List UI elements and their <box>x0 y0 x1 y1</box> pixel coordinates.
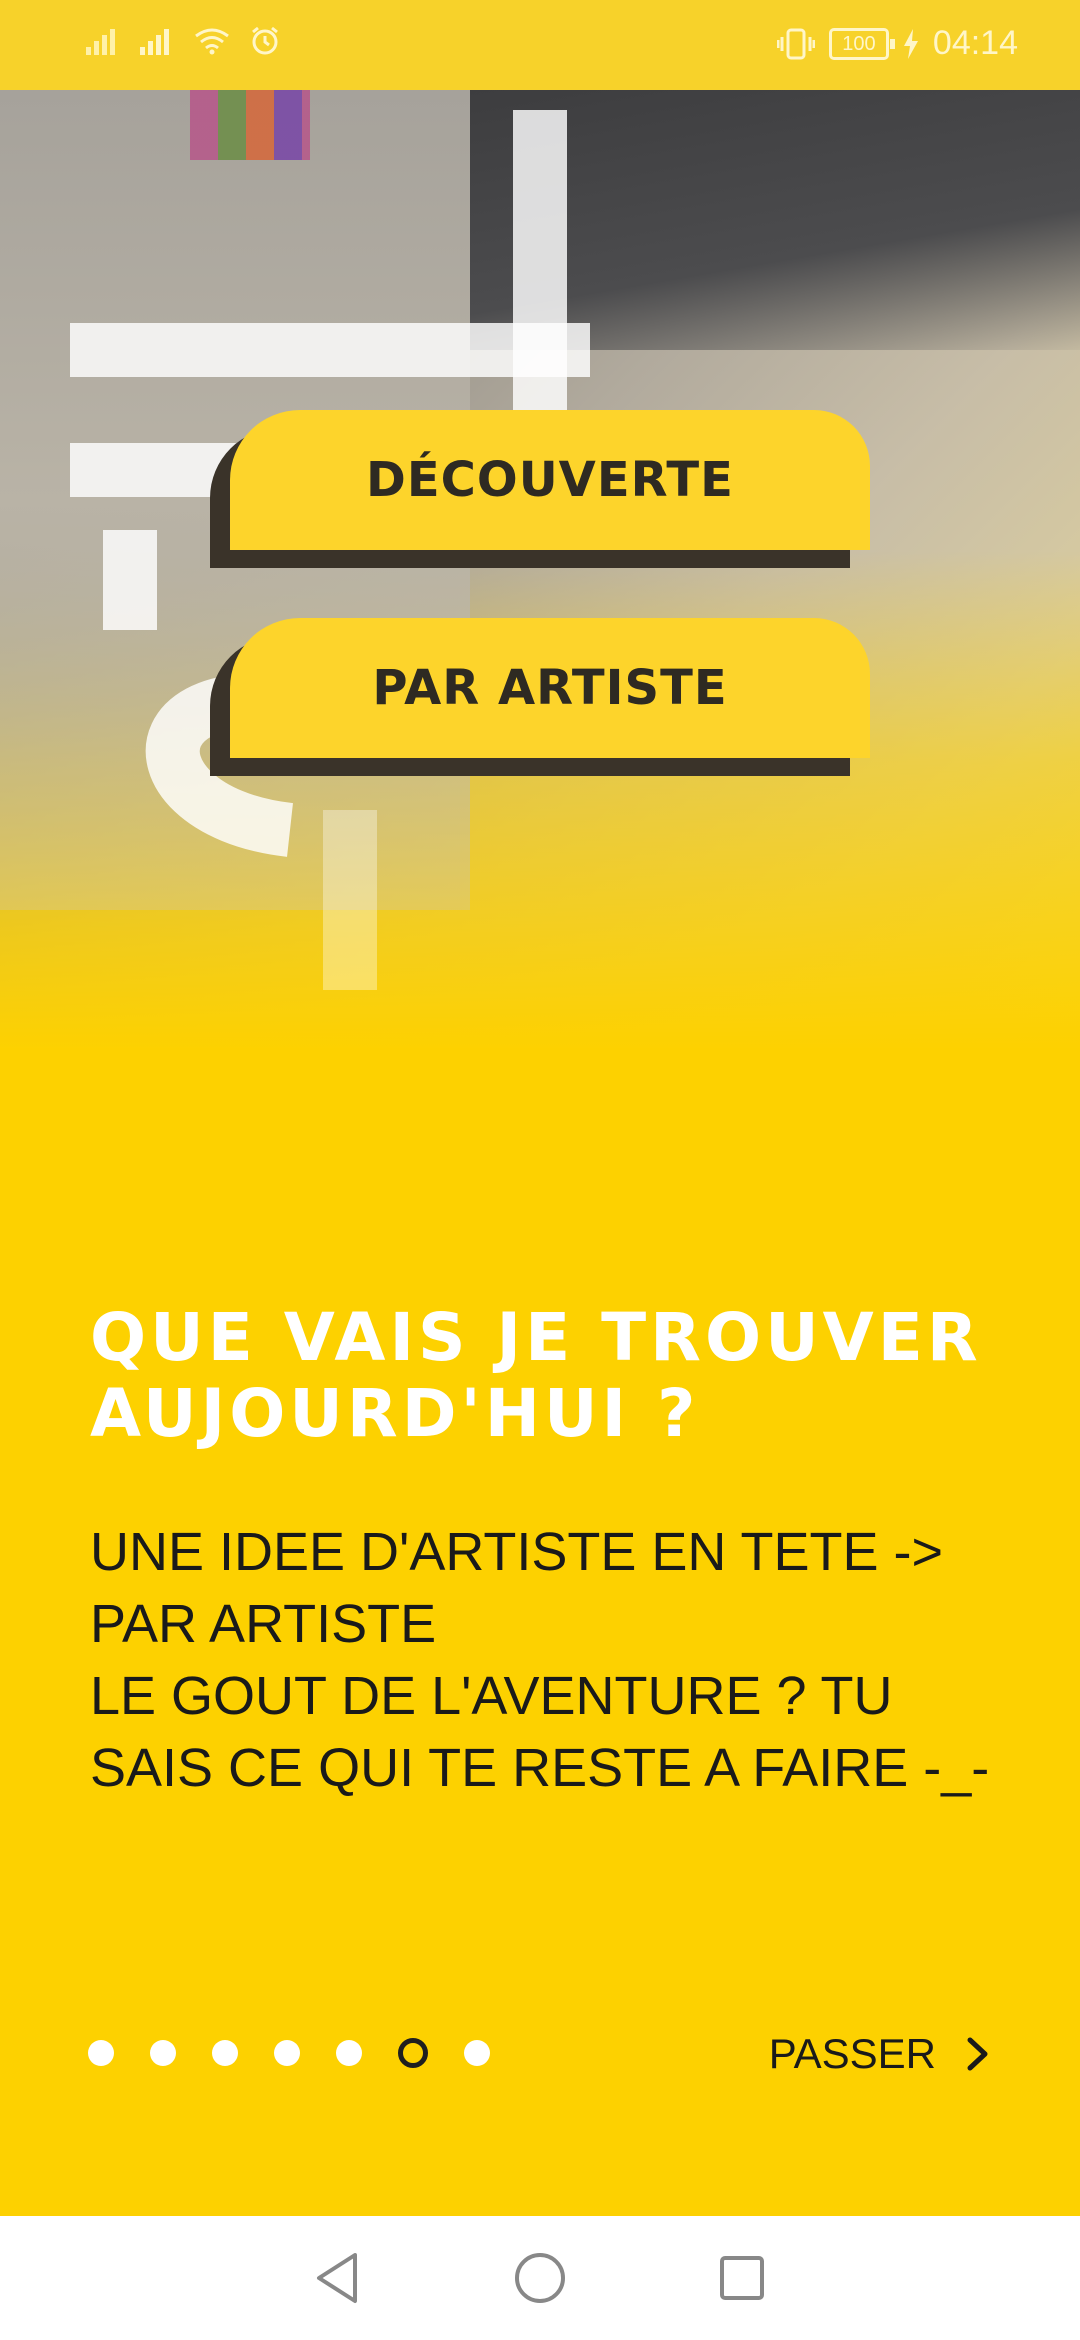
skip-button[interactable]: PASSER <box>769 2030 990 2078</box>
decouverte-button[interactable]: DÉCOUVERTE <box>230 410 870 550</box>
page-dot[interactable] <box>88 2040 114 2066</box>
signal-icon <box>140 29 169 55</box>
clock: 04:14 <box>932 24 1018 62</box>
status-bar: 100 04:14 <box>0 0 1080 90</box>
page-indicator <box>88 2038 490 2068</box>
page-dot-active[interactable] <box>398 2038 428 2068</box>
page-dot[interactable] <box>150 2040 176 2066</box>
vibrate-icon <box>776 28 815 59</box>
status-left <box>86 26 280 56</box>
home-icon[interactable] <box>513 2251 567 2305</box>
battery-icon: 100 <box>828 27 895 60</box>
status-right: 100 04:14 <box>776 24 1018 63</box>
back-icon[interactable] <box>313 2251 363 2305</box>
recents-icon[interactable] <box>717 2253 767 2303</box>
par-artiste-button[interactable]: PAR ARTISTE <box>230 618 870 758</box>
page-dot[interactable] <box>212 2040 238 2066</box>
onboarding-description: UNE IDEE D'ARTISTE EN TETE -> PAR ARTIST… <box>90 1522 990 1798</box>
page-dot[interactable] <box>336 2040 362 2066</box>
page-dot[interactable] <box>464 2040 490 2066</box>
charging-icon <box>903 28 918 59</box>
hero-photo: DÉCOUVERTE PAR ARTISTE <box>0 90 1080 1050</box>
wifi-icon <box>195 28 229 55</box>
signal-icon <box>86 29 115 55</box>
ampersand-logo <box>70 110 590 990</box>
system-nav-bar <box>0 2216 1080 2340</box>
chevron-right-icon <box>967 2037 988 2071</box>
skip-label: PASSER <box>768 2030 936 2077</box>
page-dot[interactable] <box>274 2040 300 2066</box>
alarm-icon <box>252 26 278 55</box>
onboarding-title: QUE VAIS JE TROUVER AUJOURD'HUI ? <box>90 1299 982 1452</box>
